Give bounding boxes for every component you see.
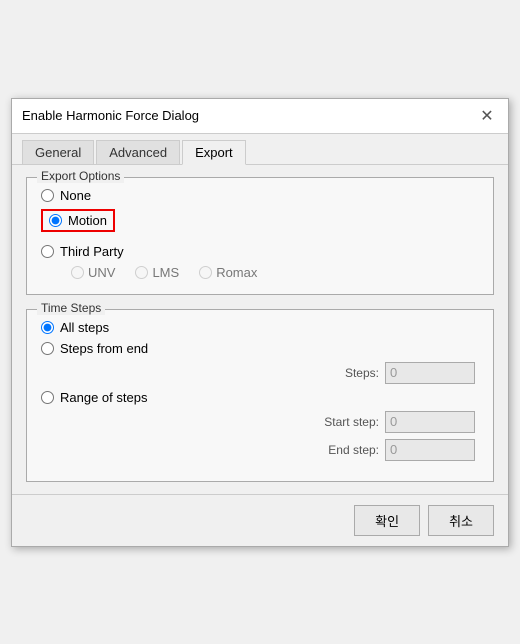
third-party-radio[interactable]: [41, 245, 54, 258]
sub-options-row: UNV LMS Romax: [41, 265, 479, 280]
steps-from-end-row: Steps from end: [41, 341, 479, 356]
lms-label[interactable]: LMS: [152, 265, 179, 280]
third-party-radio-row: Third Party: [41, 244, 479, 259]
all-steps-row: All steps: [41, 320, 479, 335]
steps-from-end-label[interactable]: Steps from end: [60, 341, 148, 356]
unv-radio-item: UNV: [71, 265, 115, 280]
romax-radio-item: Romax: [199, 265, 257, 280]
lms-radio[interactable]: [135, 266, 148, 279]
lms-radio-item: LMS: [135, 265, 179, 280]
tab-general[interactable]: General: [22, 140, 94, 164]
steps-from-end-radio[interactable]: [41, 342, 54, 355]
romax-radio[interactable]: [199, 266, 212, 279]
steps-input[interactable]: [385, 362, 475, 384]
third-party-label[interactable]: Third Party: [60, 244, 124, 259]
title-bar: Enable Harmonic Force Dialog ✕: [12, 99, 508, 134]
all-steps-label[interactable]: All steps: [60, 320, 109, 335]
range-of-steps-label[interactable]: Range of steps: [60, 390, 147, 405]
start-step-row: Start step:: [41, 411, 479, 433]
time-steps-label: Time Steps: [37, 301, 105, 315]
motion-radio[interactable]: [49, 214, 62, 227]
dialog-title: Enable Harmonic Force Dialog: [22, 108, 199, 123]
motion-radio-box: Motion: [41, 209, 115, 232]
export-options-group: Export Options None Motion Third Party U…: [26, 177, 494, 295]
steps-field-label: Steps:: [309, 366, 379, 380]
export-options-label: Export Options: [37, 169, 124, 183]
unv-radio[interactable]: [71, 266, 84, 279]
steps-field-row: Steps:: [41, 362, 479, 384]
tab-bar: General Advanced Export: [12, 134, 508, 165]
range-of-steps-radio[interactable]: [41, 391, 54, 404]
start-step-input[interactable]: [385, 411, 475, 433]
tab-advanced[interactable]: Advanced: [96, 140, 180, 164]
dialog-body: Export Options None Motion Third Party U…: [12, 165, 508, 494]
end-step-input[interactable]: [385, 439, 475, 461]
range-of-steps-row: Range of steps: [41, 390, 479, 405]
none-label[interactable]: None: [60, 188, 91, 203]
romax-label[interactable]: Romax: [216, 265, 257, 280]
unv-label[interactable]: UNV: [88, 265, 115, 280]
none-radio[interactable]: [41, 189, 54, 202]
tab-export[interactable]: Export: [182, 140, 246, 165]
motion-label[interactable]: Motion: [68, 213, 107, 228]
none-radio-row: None: [41, 188, 479, 203]
dialog-footer: 확인 취소: [12, 494, 508, 546]
time-steps-group: Time Steps All steps Steps from end Step…: [26, 309, 494, 482]
end-step-row: End step:: [41, 439, 479, 461]
cancel-button[interactable]: 취소: [428, 505, 494, 536]
end-step-label: End step:: [309, 443, 379, 457]
ok-button[interactable]: 확인: [354, 505, 420, 536]
start-step-label: Start step:: [309, 415, 379, 429]
dialog: Enable Harmonic Force Dialog ✕ General A…: [11, 98, 509, 547]
all-steps-radio[interactable]: [41, 321, 54, 334]
close-button[interactable]: ✕: [476, 105, 498, 127]
